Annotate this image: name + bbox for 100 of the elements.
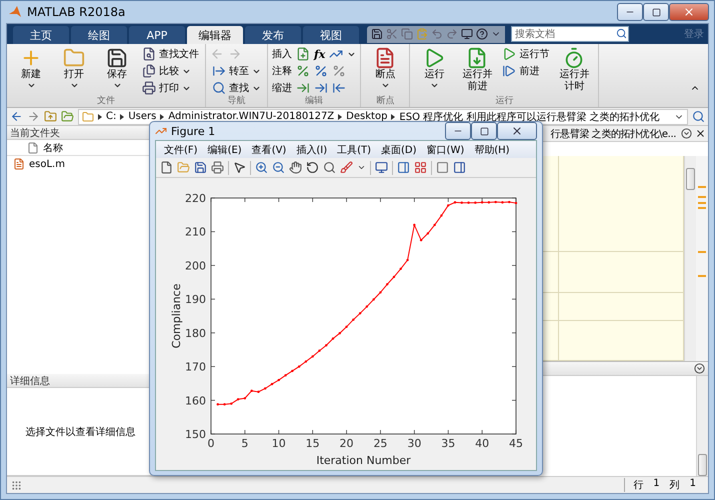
path-crumb[interactable]: Desktop <box>346 111 388 122</box>
back-arrow-icon[interactable] <box>10 110 23 123</box>
ribbon-button[interactable]: 查找文件 <box>140 46 201 62</box>
maximize-button[interactable] <box>471 122 497 140</box>
data-point <box>488 201 490 204</box>
folder-up-icon[interactable] <box>44 110 57 123</box>
panel-menu-icon[interactable] <box>694 363 705 374</box>
row-label: 注释 <box>272 64 292 78</box>
search-icon[interactable] <box>616 28 627 39</box>
data-point <box>230 402 233 405</box>
close-button[interactable] <box>497 122 537 140</box>
maximize-button[interactable] <box>643 3 669 21</box>
path-crumb[interactable]: Administrator.WIN7U-20180127Z <box>168 111 334 122</box>
path-crumb[interactable]: ESO 程序优化 利用此程序可以运行悬臂梁 之类的拓扑优化 <box>399 110 660 124</box>
x-tick-label: 0 <box>208 437 214 450</box>
advance-icon[interactable] <box>502 64 516 78</box>
path-crumb[interactable]: C: <box>106 111 116 122</box>
caret-icon[interactable] <box>357 163 366 172</box>
ribbon-button[interactable]: 打印 <box>140 80 201 96</box>
ribbon-tab[interactable]: 绘图 <box>71 26 127 44</box>
menu-item[interactable]: 窗口(W) <box>426 142 464 156</box>
wrap-comment-icon[interactable] <box>332 64 346 78</box>
outdent-icon[interactable] <box>332 81 346 95</box>
ribbon-tab[interactable]: 主页 <box>13 26 69 44</box>
uncomment-icon[interactable] <box>314 64 328 78</box>
ribbon-button[interactable]: 保存 <box>97 46 137 96</box>
search-field[interactable]: 搜索文档 <box>511 26 629 42</box>
insert-section-icon[interactable] <box>296 47 310 61</box>
zoom-out-icon[interactable] <box>272 161 285 174</box>
menu-item[interactable]: 查看(V) <box>252 142 286 156</box>
y-tick-label: 180 <box>185 326 206 340</box>
ribbon-button[interactable]: 运行并 计时 <box>554 46 594 96</box>
ribbon-tab[interactable]: 发布 <box>245 26 301 44</box>
menu-item[interactable]: 桌面(D) <box>381 142 417 156</box>
menu-item[interactable]: 编辑(E) <box>208 142 242 156</box>
forward-arrow-icon[interactable] <box>27 110 40 123</box>
ribbon-button[interactable]: 打开 <box>54 46 94 96</box>
ribbon-button[interactable]: 运行 <box>414 46 454 96</box>
data-point <box>426 232 430 235</box>
column-header[interactable]: 名称 <box>43 140 63 154</box>
find-file-icon[interactable] <box>142 47 156 61</box>
ribbon-button[interactable]: 运行节 <box>500 46 552 62</box>
smart-indent-icon[interactable] <box>296 81 310 95</box>
run-section-icon[interactable] <box>502 47 516 61</box>
help-icon[interactable] <box>476 28 488 40</box>
ribbon-button[interactable]: 新建 <box>11 46 51 96</box>
grip-icon[interactable] <box>11 480 22 490</box>
ribbon-button[interactable]: 断点 <box>365 46 406 96</box>
group-label: 文件 <box>96 96 116 107</box>
ribbon-button[interactable]: 运行并 前进 <box>457 46 498 96</box>
ribbon-button[interactable]: 转至 <box>210 63 263 79</box>
close-icon[interactable] <box>695 128 706 139</box>
y-tick-label: 190 <box>185 293 206 306</box>
search-icon[interactable] <box>692 110 705 123</box>
search-icon[interactable] <box>212 81 226 95</box>
group-label: 运行 <box>494 96 514 107</box>
brush-icon[interactable] <box>340 161 353 174</box>
folder-icon <box>82 110 94 122</box>
comment-icon[interactable] <box>296 64 310 78</box>
save-icon[interactable] <box>371 28 383 40</box>
ribbon-button[interactable]: 比较 <box>140 63 201 79</box>
pointer-icon[interactable] <box>233 161 246 174</box>
data-point <box>358 312 362 314</box>
close-button[interactable] <box>669 3 709 21</box>
printer-icon[interactable] <box>211 161 224 174</box>
panel-menu-icon[interactable] <box>681 128 692 139</box>
ribbon-tab[interactable]: 编辑器 <box>187 26 243 44</box>
x-tick-label: 40 <box>475 437 490 450</box>
ribbon-tab[interactable]: 视图 <box>303 26 359 44</box>
menu-item[interactable]: 帮助(H) <box>474 142 510 156</box>
scrollbar[interactable] <box>696 376 708 476</box>
compare-icon[interactable] <box>142 64 156 78</box>
browse-folder-icon[interactable] <box>61 110 74 123</box>
run-advance-icon[interactable] <box>466 47 488 69</box>
file-name[interactable]: esoL.m <box>29 158 65 170</box>
minimize-button[interactable] <box>617 3 643 21</box>
zoom-in-icon[interactable] <box>255 161 268 174</box>
y-tick-label: 200 <box>185 259 206 272</box>
minimize-button[interactable] <box>445 122 471 140</box>
ribbon-tab[interactable]: APP <box>129 26 185 44</box>
menu-item[interactable]: 插入(I) <box>296 142 328 156</box>
scrollbar[interactable] <box>684 156 696 361</box>
pan-icon[interactable] <box>289 161 302 174</box>
editor-tab[interactable]: 行悬臂梁 之类的拓扑优化\e... <box>550 126 676 140</box>
new-figure-icon[interactable] <box>160 161 173 174</box>
menu-item[interactable]: 文件(F) <box>164 142 198 156</box>
indent-icon[interactable] <box>314 81 328 95</box>
ribbon-button[interactable]: 前进 <box>500 63 552 79</box>
path-crumb[interactable]: Users <box>128 111 156 122</box>
menu-item[interactable]: 工具(T) <box>337 142 372 156</box>
y-tick-label: 220 <box>185 192 206 205</box>
printer-icon[interactable] <box>142 81 156 95</box>
ribbon-button[interactable]: 查找 <box>210 80 263 96</box>
data-point <box>440 214 443 217</box>
rotate-icon[interactable] <box>306 161 319 174</box>
data-point <box>223 403 226 406</box>
column-number: 1 <box>690 478 696 491</box>
save-icon[interactable] <box>194 161 207 174</box>
function-button[interactable]: fx <box>314 48 326 60</box>
group-label: 导航 <box>226 96 246 107</box>
